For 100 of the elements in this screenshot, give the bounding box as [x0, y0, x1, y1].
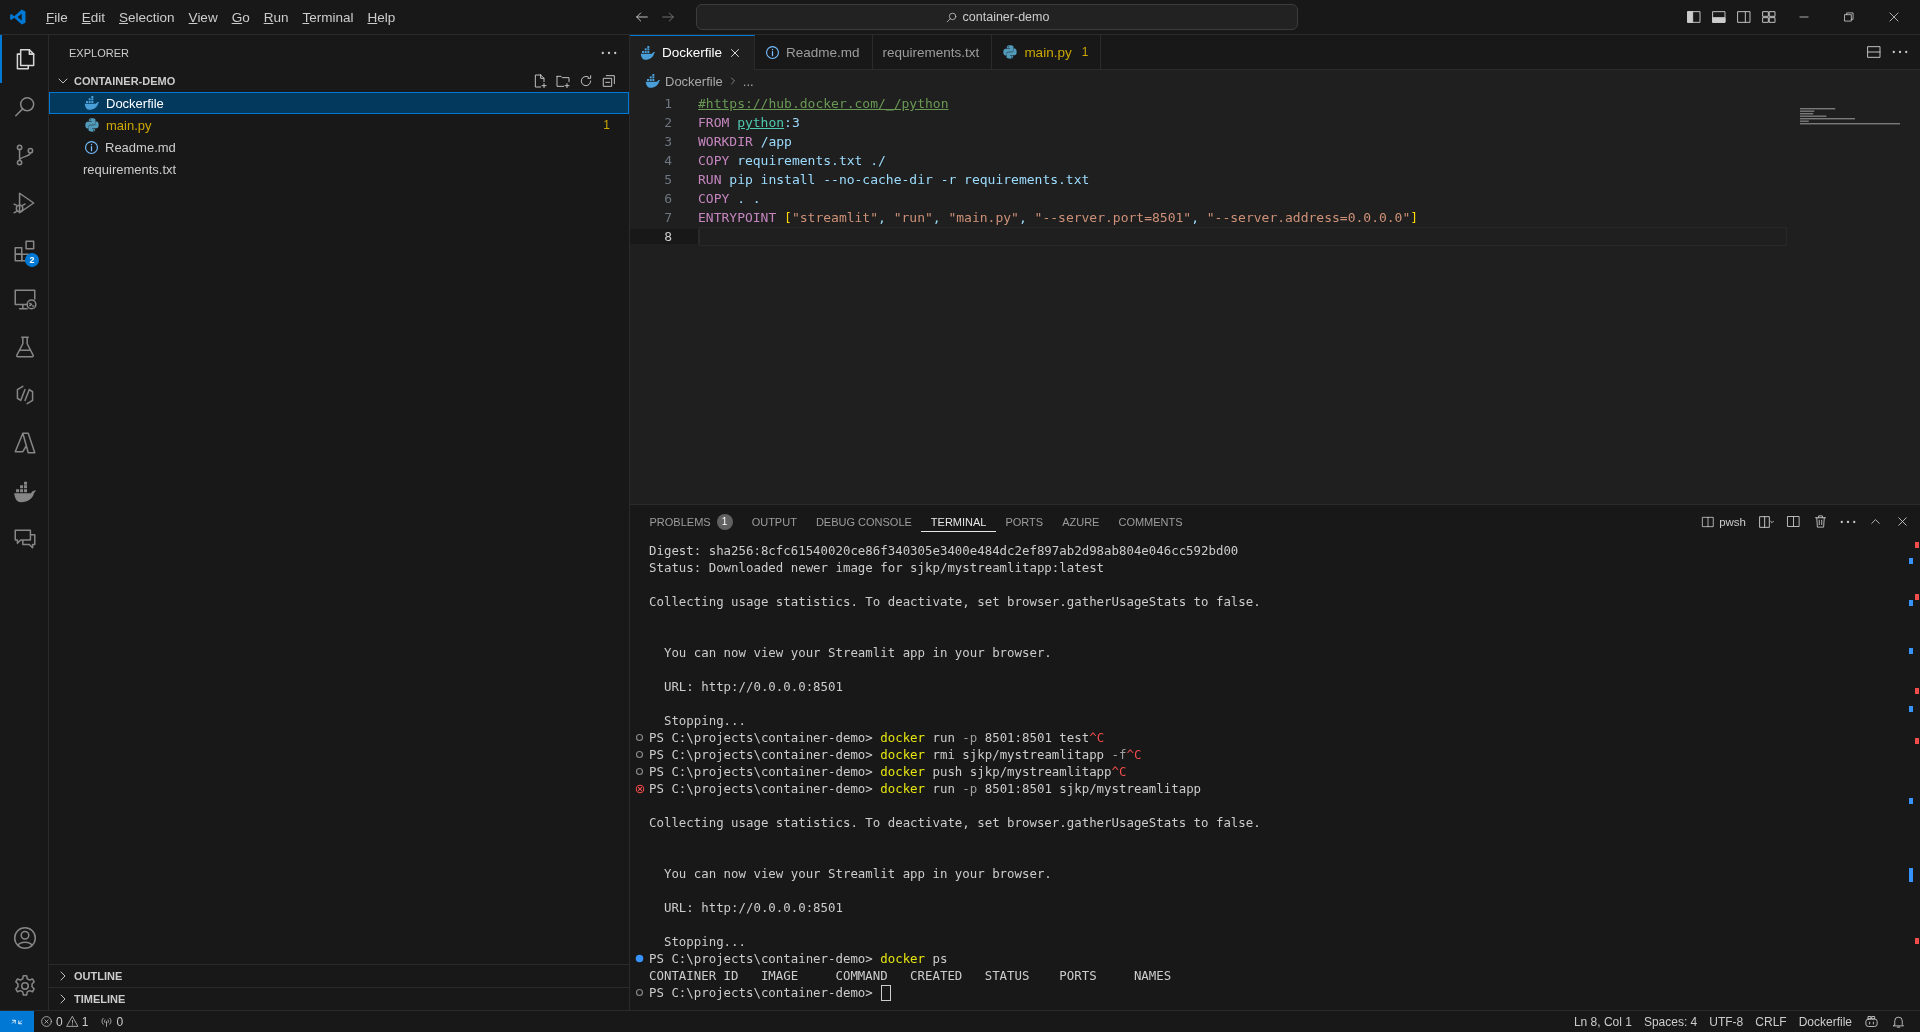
status-item[interactable]: Spaces: 4 [1637, 1014, 1704, 1029]
terminal-line: Stopping... [662, 713, 746, 728]
code-line: #https://hub.docker.com/_/python [698, 95, 949, 112]
forward-arrow-glyph [660, 9, 676, 25]
count-badge: 2 [25, 253, 39, 267]
explorer-tree-row[interactable]: requirements.txt [49, 158, 629, 180]
menu-item[interactable]: View [181, 5, 225, 29]
panel-tab[interactable]: COMMENTS [1108, 505, 1193, 538]
menu-item[interactable]: Go [224, 5, 257, 29]
panel-tab[interactable]: DEBUG CONSOLE [806, 505, 922, 538]
search-icon [944, 10, 958, 24]
command-circle-icon [635, 767, 644, 776]
section-header[interactable]: OUTLINE [49, 964, 629, 987]
problem-count: 1 [1081, 45, 1089, 59]
info-icon [765, 44, 781, 60]
terminal-line: PS C:\projects\container-demo> docker run -p 8501:8501 test^C [649, 730, 1105, 745]
menu-item[interactable]: Edit [74, 5, 113, 29]
new-folder-icon [555, 73, 571, 89]
count-badge: 1 [716, 513, 733, 530]
editor-tab[interactable]: Readme.md [755, 35, 873, 70]
more-icon[interactable] [1840, 519, 1856, 524]
command-error-icon [634, 783, 645, 794]
line-number: 2 [663, 115, 673, 130]
command-circle-icon [635, 750, 644, 759]
status-item[interactable]: UTF-8 [1703, 1014, 1750, 1029]
folder-name[interactable]: CONTAINER-DEMO [74, 75, 176, 87]
code-logo-icon [9, 8, 27, 26]
line-number: 7 [663, 210, 673, 225]
menu-item[interactable]: Selection [112, 5, 182, 29]
robot-glyph [1864, 1014, 1879, 1029]
refresh-icon [578, 73, 594, 89]
terminal-line: PS C:\projects\container-demo> docker run -p 8501:8501 sjkp/mystreamlitapp [649, 781, 1202, 796]
terminal-line: You can now view your Streamlit app in your browser. [662, 645, 1052, 660]
problem-count: 1 [603, 118, 610, 132]
terminal-line: PS C:\projects\container-demo> docker push sjkp/mystreamlitapp^C [649, 764, 1127, 779]
back-arrow-glyph [634, 9, 650, 25]
problems-status[interactable]: 0 1 [34, 1014, 95, 1029]
command-search-field[interactable]: container-demo [696, 4, 1298, 30]
close-icon [1895, 514, 1910, 529]
terminal-line: CONTAINER ID IMAGE COMMAND CREATED STATUS PORTS NAMES [649, 968, 1172, 983]
panel-tab[interactable]: PROBLEMS 1 [640, 505, 743, 538]
terminal-line: Status: Downloaded newer image for sjkp/mystreamlitapp:latest [649, 560, 1105, 575]
line-number: 1 [663, 96, 673, 111]
terminal-line: PS C:\projects\container-demo> docker ps [649, 951, 948, 966]
more-icon[interactable] [601, 50, 617, 55]
panel-tab[interactable]: TERMINAL [921, 511, 996, 532]
settings-icon [12, 973, 38, 999]
back-arrow-icon[interactable] [634, 9, 650, 25]
ports-status[interactable]: 0 [94, 1014, 130, 1029]
python-icon [1002, 44, 1019, 60]
warning-icon [65, 1015, 79, 1028]
editor-tab[interactable]: requirements.txt [872, 35, 993, 70]
status-item[interactable]: Ln 8, Col 1 [1567, 1014, 1638, 1029]
menu-item[interactable]: Run [256, 5, 296, 29]
line-number: 5 [663, 172, 673, 187]
terminal-line: PS C:\projects\container-demo> docker rmi sjkp/mystreamlitapp -f^C [649, 747, 1142, 762]
status-item[interactable]: CRLF [1749, 1014, 1793, 1029]
menu-item[interactable]: Terminal [295, 5, 361, 29]
menu-item[interactable]: Help [360, 5, 403, 29]
collapse-all-icon [601, 73, 617, 89]
whale-icon [640, 44, 656, 61]
new-terminal-icon [1758, 513, 1774, 530]
code-line: COPY requirements.txt ./ [698, 152, 886, 169]
code-line: RUN pip install --no-cache-dir -r requirements.txt [698, 171, 1090, 188]
status-item[interactable]: Dockerfile [1792, 1014, 1858, 1029]
activity-item[interactable]: 2 [0, 227, 48, 275]
terminal-selector[interactable]: pwsh [1701, 514, 1746, 529]
editor-tab[interactable]: Dockerfile [630, 35, 756, 70]
explorer-tree-row[interactable]: main.py 1 [49, 114, 629, 136]
panel-tab[interactable]: OUTPUT [742, 505, 807, 538]
line-number: 3 [663, 134, 673, 149]
command-circle-icon [635, 733, 644, 742]
terminal-line: Collecting usage statistics. To deactivate, set browser.gatherUsageStats to false. [649, 815, 1261, 830]
sidebar-layout-icon [1686, 9, 1702, 25]
line-number: 4 [663, 153, 673, 168]
breadcrumb-item[interactable]: ... [742, 73, 754, 89]
explorer-tree-row[interactable]: Readme.md [49, 136, 629, 158]
info-icon [84, 139, 99, 155]
menu-item[interactable]: File [39, 5, 75, 29]
whale-icon [645, 73, 661, 89]
breadcrumb-item[interactable]: Dockerfile [665, 73, 723, 89]
editor-tab[interactable]: main.py 1 [992, 35, 1102, 70]
python-icon [84, 117, 100, 133]
explorer-tree-row[interactable]: Dockerfile [49, 92, 629, 114]
terminal-icon [1701, 514, 1716, 529]
code-line: COPY . . [698, 190, 761, 207]
trash-icon [1813, 514, 1828, 529]
line-number: 8 [630, 229, 699, 244]
panel-tab[interactable]: AZURE [1052, 505, 1109, 538]
split-editor-icon [1866, 44, 1882, 60]
terminal-line: URL: http://0.0.0.0:8501 [662, 679, 843, 694]
whale-icon [84, 95, 100, 111]
restore-glyph [1842, 10, 1856, 24]
panel-layout-icon [1711, 9, 1727, 25]
close-glyph [1887, 10, 1901, 24]
line-number: 6 [663, 191, 673, 206]
terminal-line: URL: http://0.0.0.0:8501 [662, 900, 843, 915]
more-icon[interactable] [1892, 50, 1908, 54]
panel-tab[interactable]: PORTS [995, 505, 1053, 538]
antenna-icon [100, 1015, 114, 1028]
